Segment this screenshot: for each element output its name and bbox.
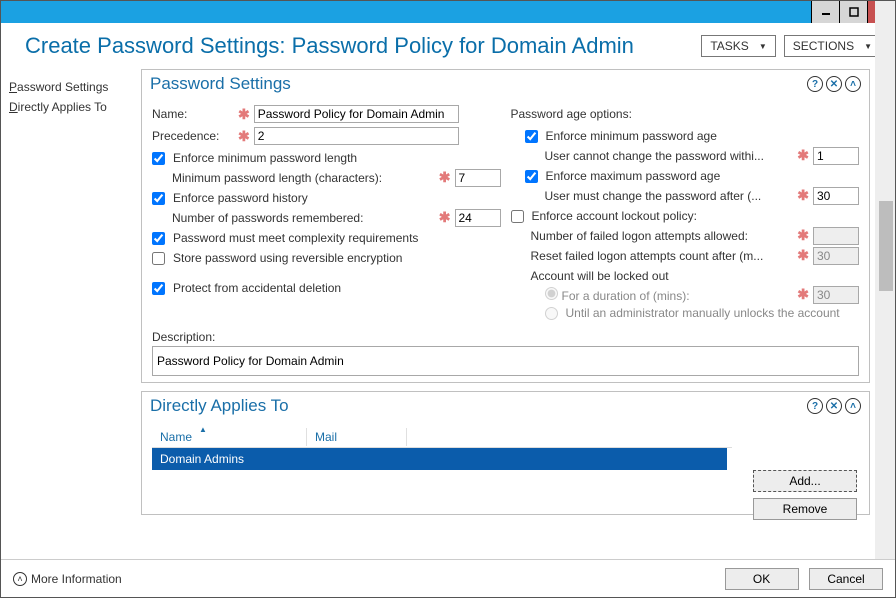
close-section-icon[interactable]: ✕ [826, 398, 842, 414]
min-age-input[interactable] [813, 147, 859, 165]
nav-password-settings[interactable]: Password Settings [7, 77, 135, 97]
name-input[interactable] [254, 105, 459, 123]
scrollbar[interactable] [875, 1, 895, 561]
precedence-label: Precedence: [152, 129, 234, 143]
titlebar [1, 1, 895, 23]
table-row[interactable]: Domain Admins [152, 448, 727, 470]
chevron-up-icon: ˄ [13, 572, 27, 586]
sections-dropdown[interactable]: SECTIONS▼ [784, 35, 881, 57]
age-options-label: Password age options: [511, 107, 632, 121]
maximize-button[interactable] [839, 1, 867, 23]
page-title: Create Password Settings: Password Polic… [25, 33, 634, 59]
description-label: Description: [152, 330, 859, 344]
minimize-button[interactable] [811, 1, 839, 23]
column-name[interactable]: Name▲ [152, 428, 307, 446]
min-length-input[interactable] [455, 169, 501, 187]
section-applies-to: Directly Applies To ? ✕ ˄ Name▲ Mail Dom… [141, 391, 870, 515]
min-length-label: Minimum password length (characters): [172, 171, 382, 185]
help-icon[interactable]: ? [807, 76, 823, 92]
required-icon: ✱ [238, 128, 250, 145]
required-icon: ✱ [797, 247, 809, 263]
required-icon: ✱ [797, 227, 809, 243]
column-mail[interactable]: Mail [307, 428, 407, 446]
precedence-input[interactable] [254, 127, 459, 145]
help-icon[interactable]: ? [807, 398, 823, 414]
remove-button[interactable]: Remove [753, 498, 857, 520]
locked-out-label: Account will be locked out [531, 269, 669, 283]
required-icon: ✱ [439, 209, 451, 225]
required-icon: ✱ [797, 286, 809, 302]
required-icon: ✱ [439, 169, 451, 185]
reversible-checkbox[interactable] [152, 252, 165, 265]
scrollbar-thumb[interactable] [879, 201, 893, 291]
cancel-button[interactable]: Cancel [809, 568, 883, 590]
collapse-icon[interactable]: ˄ [845, 398, 861, 414]
lockout-checkbox[interactable] [511, 210, 524, 223]
applies-table: Name▲ Mail Domain Admins [152, 426, 732, 470]
history-label: Number of passwords remembered: [172, 211, 363, 225]
failed-attempts-input [813, 227, 859, 245]
collapse-icon[interactable]: ˄ [845, 76, 861, 92]
reset-count-input [813, 247, 859, 265]
required-icon: ✱ [797, 147, 809, 163]
failed-attempts-label: Number of failed logon attempts allowed: [531, 229, 748, 243]
max-age-input[interactable] [813, 187, 859, 205]
more-information-toggle[interactable]: ˄ More Information [13, 572, 122, 586]
enforce-max-age-checkbox[interactable] [525, 170, 538, 183]
history-input[interactable] [455, 209, 501, 227]
enforce-history-checkbox[interactable] [152, 192, 165, 205]
enforce-min-age-checkbox[interactable] [525, 130, 538, 143]
nav-directly-applies[interactable]: Directly Applies To [7, 97, 135, 117]
reset-count-label: Reset failed logon attempts count after … [531, 249, 764, 263]
complexity-checkbox[interactable] [152, 232, 165, 245]
tasks-dropdown[interactable]: TASKS▼ [701, 35, 775, 57]
required-icon: ✱ [238, 106, 250, 123]
duration-input [813, 286, 859, 304]
add-button[interactable]: Add... [753, 470, 857, 492]
required-icon: ✱ [797, 187, 809, 203]
duration-radio [545, 287, 558, 300]
chevron-down-icon: ▼ [864, 42, 872, 51]
until-admin-radio [545, 307, 558, 320]
enforce-min-length-checkbox[interactable] [152, 152, 165, 165]
section-heading: Directly Applies To [150, 396, 289, 416]
protect-checkbox[interactable] [152, 282, 165, 295]
chevron-down-icon: ▼ [759, 42, 767, 51]
close-section-icon[interactable]: ✕ [826, 76, 842, 92]
min-age-label: User cannot change the password withi... [545, 149, 764, 163]
section-password-settings: Password Settings ? ✕ ˄ Name: ✱ [141, 69, 870, 383]
ok-button[interactable]: OK [725, 568, 799, 590]
max-age-label: User must change the password after (... [545, 189, 762, 203]
name-label: Name: [152, 107, 234, 121]
section-heading: Password Settings [150, 74, 291, 94]
sort-asc-icon: ▲ [199, 425, 207, 434]
description-input[interactable] [152, 346, 859, 376]
